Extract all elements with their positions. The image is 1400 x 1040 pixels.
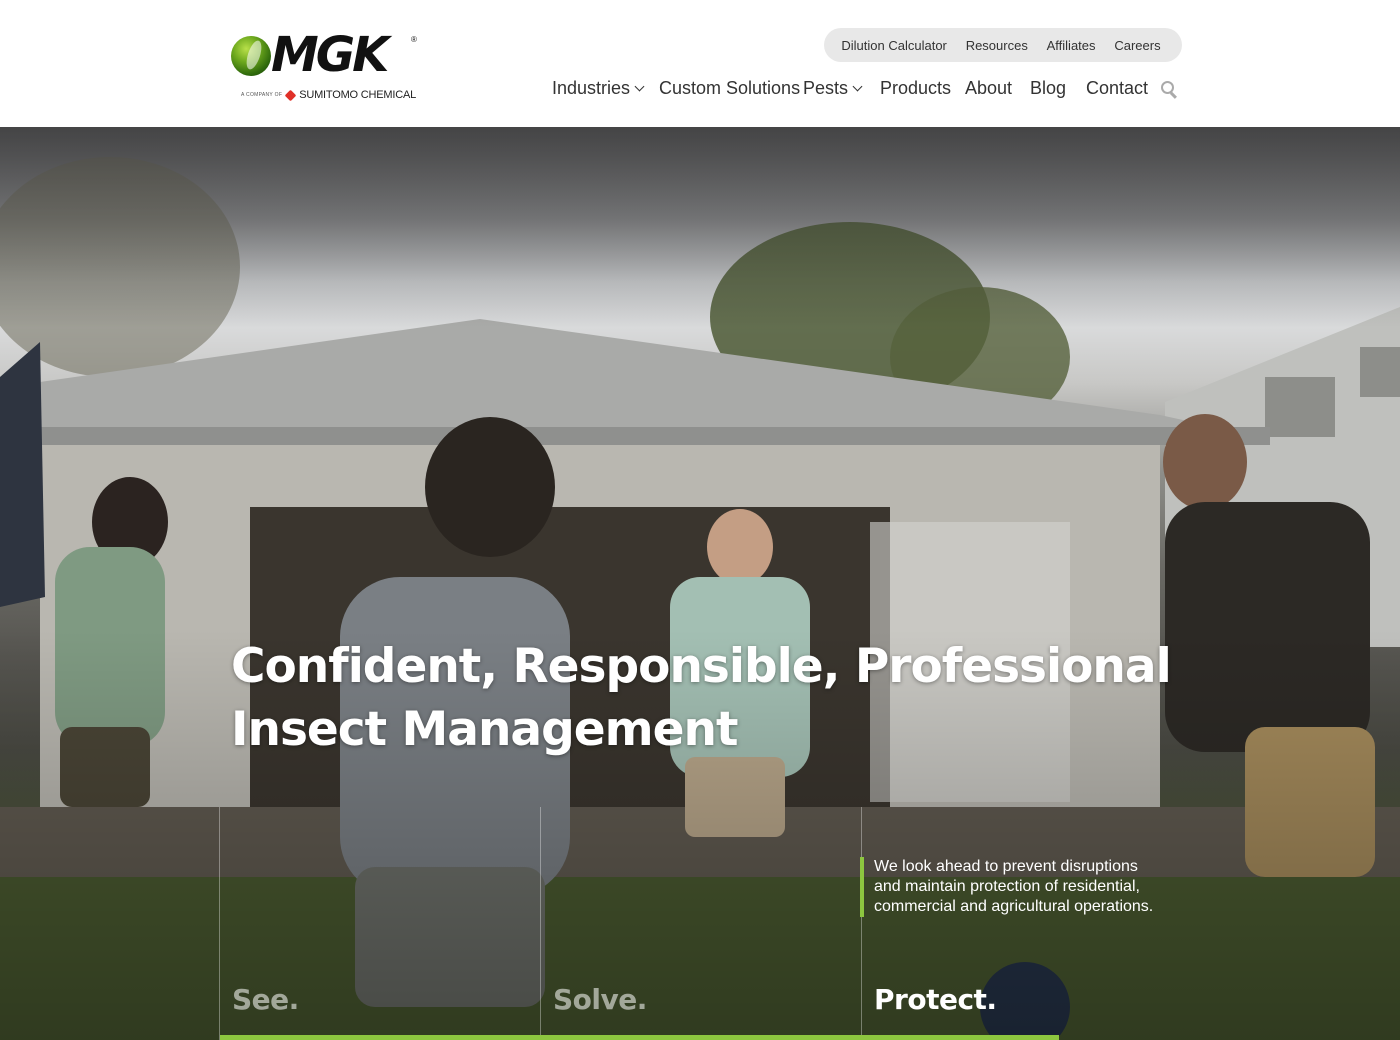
nav-item-label: Products: [880, 78, 952, 98]
nav-item-blog[interactable]: Blog: [1030, 78, 1066, 99]
hero-headline-line2: Insect Management: [231, 702, 738, 757]
hero-banner: Confident, Responsible, Professional Ins…: [0, 127, 1400, 1040]
nav-item-industries[interactable]: Industries: [552, 78, 645, 99]
registered-mark: ®: [411, 35, 417, 44]
nav-item-custom-solutions[interactable]: Custom Solutions: [659, 78, 800, 99]
nav-item-label: Contact: [1086, 78, 1149, 98]
globe-icon: [231, 36, 271, 76]
column-divider: [219, 807, 220, 1040]
utility-link-careers[interactable]: Careers: [1114, 38, 1160, 53]
tab-solve[interactable]: Solve.: [553, 983, 647, 1016]
site-header: MGK ® A COMPANY OF SUMITOMO CHEMICAL Dil…: [0, 0, 1400, 127]
nav-item-pests[interactable]: Pests: [803, 78, 863, 99]
utility-link-resources[interactable]: Resources: [966, 38, 1028, 53]
utility-link-dilution-calculator[interactable]: Dilution Calculator: [841, 38, 947, 53]
utility-nav: Dilution Calculator Resources Affiliates…: [824, 28, 1182, 62]
logo-wordmark: MGK: [271, 27, 389, 83]
column-divider: [540, 807, 541, 1040]
nav-item-contact[interactable]: Contact: [1086, 78, 1148, 99]
hero-overlay: [0, 127, 1400, 1040]
nav-item-products[interactable]: Products: [880, 78, 951, 99]
progress-bar: [220, 1035, 1059, 1040]
utility-link-affiliates[interactable]: Affiliates: [1047, 38, 1096, 53]
hero-headline: Confident, Responsible, Professional Ins…: [231, 635, 1231, 761]
nav-item-label: Pests: [803, 78, 849, 98]
search-icon[interactable]: [1160, 81, 1178, 99]
nav-item-about[interactable]: About: [965, 78, 1012, 99]
hero-headline-line1: Confident, Responsible, Professional: [231, 639, 1172, 694]
column-divider: [861, 807, 862, 1040]
nav-item-label: Custom Solutions: [659, 78, 801, 98]
chevron-down-icon: [634, 81, 645, 92]
main-nav: Industries Custom Solutions Pests Produc…: [0, 78, 1400, 102]
nav-item-label: About: [965, 78, 1013, 98]
chevron-down-icon: [852, 81, 863, 92]
nav-item-label: Blog: [1030, 78, 1067, 98]
nav-item-label: Industries: [552, 78, 631, 98]
hero-tagline: We look ahead to prevent disruptions and…: [860, 857, 1160, 917]
tab-protect[interactable]: Protect.: [874, 983, 997, 1016]
tab-see[interactable]: See.: [232, 983, 299, 1016]
